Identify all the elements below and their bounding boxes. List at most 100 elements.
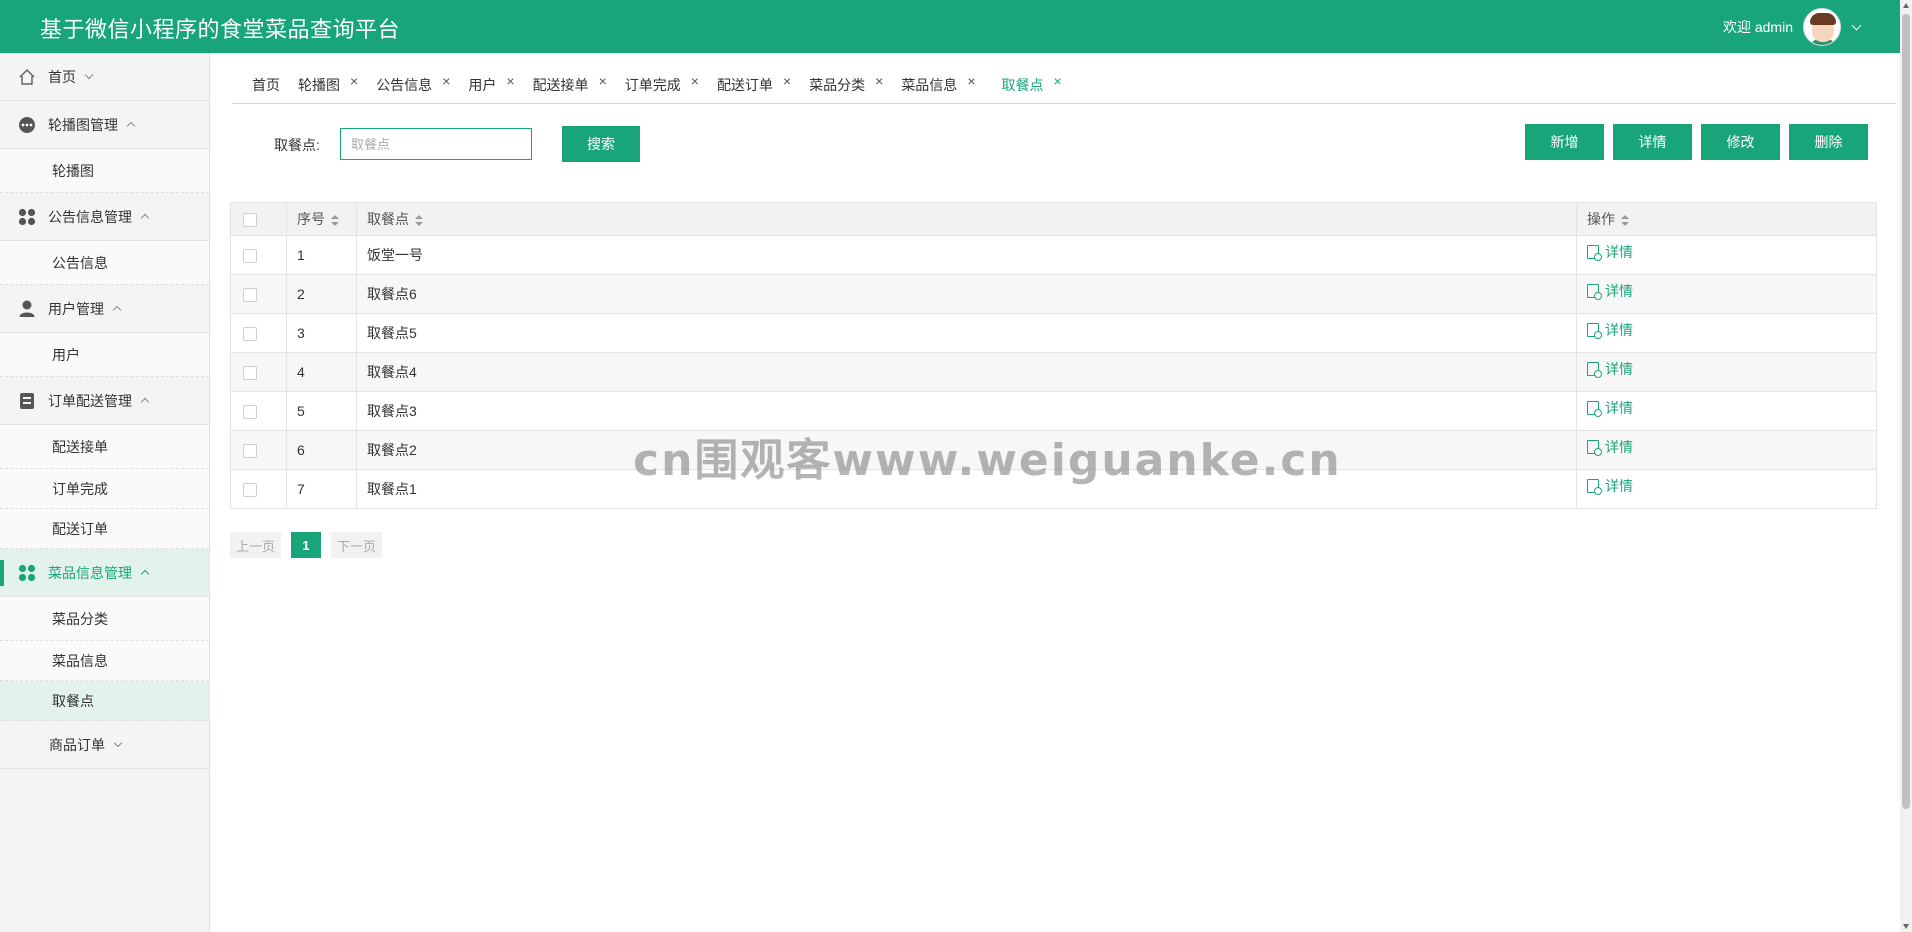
tab-carousel[interactable]: 轮播图 × — [298, 66, 358, 104]
column-header-op[interactable]: 操作 — [1576, 202, 1877, 236]
column-header-name[interactable]: 取餐点 — [356, 202, 1577, 236]
tab-delivery-orders[interactable]: 配送订单 × — [717, 66, 791, 104]
close-icon[interactable]: × — [875, 73, 883, 89]
row-checkbox[interactable] — [243, 405, 257, 420]
row-checkbox[interactable] — [243, 327, 257, 342]
sidebar-item-notice[interactable]: 公告信息 — [0, 241, 209, 285]
row-detail-link[interactable]: 详情 — [1587, 359, 1633, 379]
tab-delivery-accept[interactable]: 配送接单 × — [533, 66, 607, 104]
sidebar-item-dish-category[interactable]: 菜品分类 — [0, 597, 209, 641]
tab-order-complete[interactable]: 订单完成 × — [625, 66, 699, 104]
page-number-current[interactable]: 1 — [291, 532, 322, 558]
row-detail-link[interactable]: 详情 — [1587, 437, 1633, 457]
cell-index: 6 — [286, 430, 357, 470]
row-detail-link[interactable]: 详情 — [1587, 242, 1633, 262]
select-all-checkbox[interactable] — [243, 213, 257, 228]
search-input[interactable] — [340, 128, 532, 160]
sidebar-item-carousel[interactable]: 轮播图 — [0, 149, 209, 193]
close-icon[interactable]: × — [783, 73, 791, 89]
edit-button[interactable]: 修改 — [1701, 124, 1780, 160]
row-detail-link[interactable]: 详情 — [1587, 281, 1633, 301]
tab-users[interactable]: 用户 × — [468, 66, 514, 104]
sort-icon[interactable] — [415, 214, 423, 226]
sidebar-group-users[interactable]: 用户管理 — [0, 285, 209, 333]
close-icon[interactable]: × — [350, 73, 358, 89]
sidebar-item-dish-info[interactable]: 菜品信息 — [0, 641, 209, 681]
row-detail-label: 详情 — [1605, 400, 1633, 416]
search-button[interactable]: 搜索 — [562, 126, 640, 162]
next-page-button[interactable]: 下一页 — [331, 532, 383, 558]
detail-button[interactable]: 详情 — [1613, 124, 1692, 160]
sidebar-item-label: 用户 — [52, 346, 80, 363]
row-detail-link[interactable]: 详情 — [1587, 476, 1633, 496]
sidebar-group-label: 公告信息管理 — [48, 208, 132, 225]
sidebar-group-dishes[interactable]: 菜品信息管理 — [0, 549, 209, 597]
document-search-icon — [1587, 323, 1602, 339]
tab-pickup-point[interactable]: 取餐点 × — [1002, 66, 1062, 104]
sidebar-item-delivery-accept[interactable]: 配送接单 — [0, 425, 209, 469]
close-icon[interactable]: × — [599, 73, 607, 89]
sidebar-item-delivery-orders[interactable]: 配送订单 — [0, 509, 209, 549]
close-icon[interactable]: × — [691, 73, 699, 89]
column-header-index[interactable]: 序号 — [286, 202, 357, 236]
document-search-icon — [1587, 362, 1602, 378]
row-checkbox[interactable] — [243, 483, 257, 498]
row-checkbox[interactable] — [243, 366, 257, 381]
sidebar-item-users[interactable]: 用户 — [0, 333, 209, 377]
sidebar-group-carousel[interactable]: 轮播图管理 — [0, 101, 209, 149]
user-menu[interactable]: 欢迎 admin — [1722, 8, 1862, 46]
close-icon[interactable]: × — [442, 73, 450, 89]
tab-label: 公告信息 — [376, 76, 433, 93]
sort-icon[interactable] — [331, 214, 339, 226]
sort-icon[interactable] — [1621, 214, 1629, 226]
column-header-label: 操作 — [1587, 211, 1615, 227]
tab-bar: 首页 轮播图 × 公告信息 × 用户 × 配送接单 × 订单完成 × 配送订单 × 菜品分类… — [232, 66, 1896, 104]
document-search-icon — [1587, 401, 1602, 417]
chevron-up-icon — [140, 213, 150, 223]
chevron-up-icon — [140, 569, 150, 579]
row-detail-link[interactable]: 详情 — [1587, 398, 1633, 418]
chevron-down-icon[interactable] — [1851, 20, 1862, 30]
scroll-down-icon[interactable] — [1903, 924, 1909, 929]
sidebar-item-pickup-point[interactable]: 取餐点 — [0, 681, 209, 721]
scrollbar-thumb[interactable] — [1902, 14, 1910, 809]
sidebar-item-label: 配送订单 — [52, 520, 108, 537]
tab-notice[interactable]: 公告信息 × — [376, 66, 450, 104]
close-icon[interactable]: × — [967, 73, 975, 89]
table-row: 4 取餐点4 详情 — [230, 352, 1877, 392]
close-icon[interactable]: × — [1054, 73, 1062, 89]
row-detail-label: 详情 — [1605, 361, 1633, 377]
sidebar-item-home[interactable]: 首页 — [0, 53, 209, 101]
welcome-text: 欢迎 admin — [1722, 19, 1793, 35]
sidebar-group-notice[interactable]: 公告信息管理 — [0, 193, 209, 241]
add-button[interactable]: 新增 — [1525, 124, 1604, 160]
close-icon[interactable]: × — [506, 73, 514, 89]
tab-label: 轮播图 — [298, 76, 340, 93]
row-checkbox[interactable] — [243, 444, 257, 459]
cell-name: 取餐点4 — [356, 352, 1577, 392]
tab-label: 菜品信息 — [901, 76, 958, 93]
scroll-up-icon[interactable] — [1903, 3, 1909, 8]
tab-home[interactable]: 首页 — [252, 66, 280, 104]
dots-icon — [18, 116, 36, 134]
select-all-cell — [230, 202, 287, 236]
cell-index: 1 — [286, 235, 357, 275]
row-detail-link[interactable]: 详情 — [1587, 320, 1633, 340]
home-icon — [18, 68, 36, 86]
sidebar-group-product-orders[interactable]: 商品订单 — [0, 721, 209, 769]
tab-dish-category[interactable]: 菜品分类 × — [809, 66, 883, 104]
prev-page-button[interactable]: 上一页 — [230, 532, 282, 558]
avatar[interactable] — [1803, 8, 1841, 46]
sidebar-item-order-complete[interactable]: 订单完成 — [0, 469, 209, 509]
delete-button[interactable]: 删除 — [1789, 124, 1868, 160]
tab-label: 订单完成 — [624, 76, 681, 93]
chevron-up-icon — [112, 305, 122, 315]
page-scrollbar[interactable] — [1900, 0, 1912, 932]
row-checkbox[interactable] — [243, 288, 257, 303]
tab-dish-info[interactable]: 菜品信息 × — [901, 66, 975, 104]
row-checkbox[interactable] — [243, 249, 257, 264]
tab-label: 菜品分类 — [809, 76, 866, 93]
grid-icon — [18, 208, 36, 226]
cell-index: 4 — [286, 352, 357, 392]
sidebar-group-delivery[interactable]: 订单配送管理 — [0, 377, 209, 425]
